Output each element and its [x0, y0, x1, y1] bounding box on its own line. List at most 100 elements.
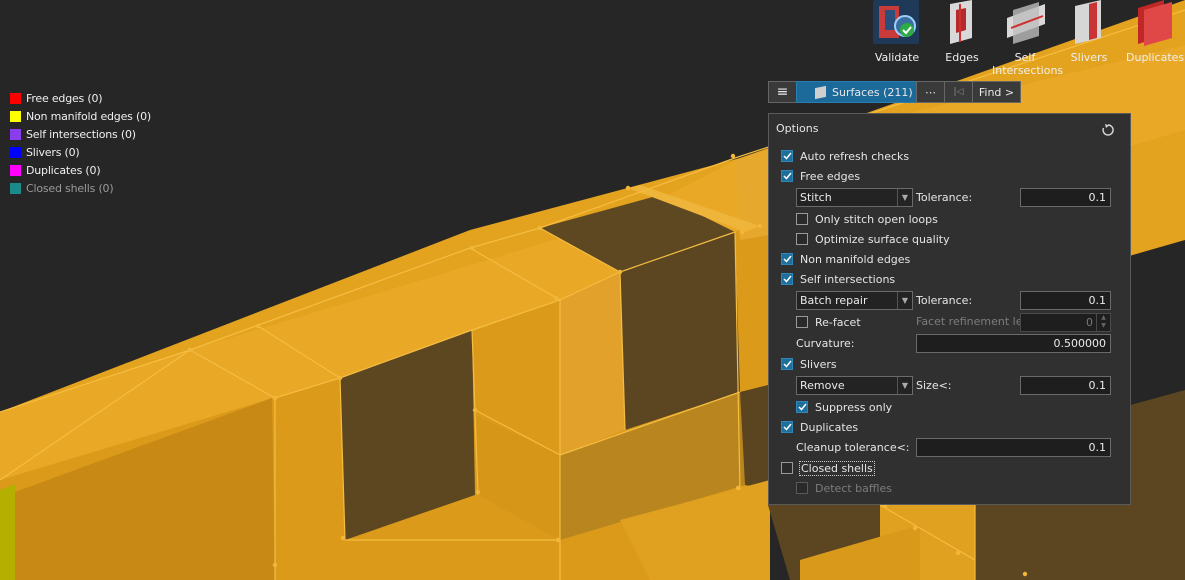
cleanup-label: Cleanup tolerance<:: [796, 441, 910, 454]
select-value: Stitch: [800, 191, 832, 204]
legend-label: Free edges (0): [26, 91, 103, 105]
find-button[interactable]: Find >: [972, 81, 1021, 103]
input-value: 0.1: [1088, 379, 1107, 392]
slivers-checkbox[interactable]: Slivers: [781, 356, 837, 372]
slivers-label: Slivers: [1070, 51, 1108, 64]
legend-label: Self intersections (0): [26, 127, 136, 141]
menu-button[interactable]: ≡: [768, 81, 797, 103]
non-manifold-swatch: [10, 110, 21, 122]
validate-label: Validate: [874, 51, 920, 64]
legend-self-intersections: Self intersections (0): [10, 125, 151, 143]
auto-refresh-checkbox[interactable]: Auto refresh checks: [781, 148, 909, 164]
only-stitch-label: Only stitch open loops: [815, 212, 938, 226]
self-intersections-button[interactable]: Self Intersections: [992, 0, 1063, 77]
free-edges-checkbox[interactable]: Free edges: [781, 168, 860, 184]
slivers-button[interactable]: Slivers: [1063, 0, 1115, 64]
legend-free-edges: Free edges (0): [10, 89, 151, 107]
legend-label: Closed shells (0): [26, 181, 114, 195]
edges-label: Edges: [945, 51, 979, 64]
only-stitch-checkbox[interactable]: Only stitch open loops: [796, 211, 938, 227]
legend-label: Duplicates (0): [26, 163, 101, 177]
chevron-down-icon: ▼: [897, 189, 912, 206]
spinner-icon[interactable]: ▲ ▼: [1096, 314, 1110, 331]
input-value: 0.500000: [1053, 337, 1107, 350]
duplicates-checkbox[interactable]: Duplicates: [781, 419, 858, 435]
legend-duplicates: Duplicates (0): [10, 161, 151, 179]
checkbox-icon: [796, 401, 808, 413]
suppress-only-checkbox[interactable]: Suppress only: [796, 399, 892, 415]
first-button[interactable]: |◁: [944, 81, 973, 103]
edges-button[interactable]: Edges: [935, 0, 989, 64]
slivers-size-input[interactable]: 0.1: [1020, 376, 1111, 395]
free-edges-label: Free edges: [800, 169, 861, 183]
legend-non-manifold-edges: Non manifold edges (0): [10, 107, 151, 125]
closed-shells-label: Closed shells: [799, 460, 875, 476]
free-edges-method-select[interactable]: Stitch ▼: [796, 188, 913, 207]
duplicates-swatch: [10, 164, 21, 176]
self-intersections-label-1: Self: [1014, 51, 1036, 64]
checkbox-icon: [781, 273, 793, 285]
closed-shells-checkbox[interactable]: Closed shells: [781, 460, 875, 476]
closed-shells-swatch: [10, 182, 21, 194]
checkbox-icon: [796, 482, 808, 494]
legend-label: Non manifold edges (0): [26, 109, 151, 123]
validate-icon: [871, 0, 923, 48]
legend-closed-shells: Closed shells (0): [10, 179, 151, 197]
chevron-down-icon: ▼: [897, 292, 912, 309]
surfaces-dropdown[interactable]: Surfaces (211): [796, 81, 917, 103]
checkbox-icon: [781, 358, 793, 370]
checkbox-icon: [796, 316, 808, 328]
self-intersections-label: Self intersections: [800, 272, 896, 286]
input-value: 0.1: [1088, 294, 1107, 307]
surfaces-toolbar: ≡ Surfaces (211) ⋯ |◁ Find >: [768, 81, 1021, 103]
checkbox-icon: [781, 421, 793, 433]
self-intersections-swatch: [10, 128, 21, 140]
non-manifold-checkbox[interactable]: Non manifold edges: [781, 251, 910, 267]
self-intersections-checkbox[interactable]: Self intersections: [781, 271, 895, 287]
surfaces-label: Surfaces (211): [832, 85, 913, 99]
first-icon: |◁: [953, 87, 964, 97]
self-tolerance-input[interactable]: 0.1: [1020, 291, 1111, 310]
select-value: Remove: [800, 379, 845, 392]
duplicates-button[interactable]: Duplicates: [1126, 0, 1185, 64]
duplicates-label: Duplicates: [800, 420, 859, 434]
curvature-input[interactable]: 0.500000: [916, 334, 1111, 353]
slivers-swatch: [10, 146, 21, 158]
detect-baffles-checkbox[interactable]: Detect baffles: [796, 480, 892, 496]
checkbox-icon: [781, 462, 793, 474]
edges-icon: [936, 0, 988, 48]
reset-icon[interactable]: [1101, 123, 1115, 137]
options-title: Options: [776, 122, 819, 135]
self-tolerance-label: Tolerance:: [916, 294, 973, 307]
more-button[interactable]: ⋯: [916, 81, 945, 103]
non-manifold-label: Non manifold edges: [800, 252, 911, 266]
results-legend: Free edges (0) Non manifold edges (0) Se…: [10, 89, 151, 197]
slivers-method-select[interactable]: Remove ▼: [796, 376, 913, 395]
checkbox-icon: [781, 170, 793, 182]
legend-label: Slivers (0): [26, 145, 80, 159]
duplicates-label: Duplicates: [1126, 51, 1185, 64]
more-icon: ⋯: [925, 85, 936, 99]
validate-button[interactable]: Validate: [869, 0, 925, 64]
input-value: 0: [1086, 316, 1093, 329]
checkbox-icon: [796, 233, 808, 245]
legend-slivers: Slivers (0): [10, 143, 151, 161]
input-value: 0.1: [1088, 191, 1107, 204]
self-intersections-icon: [999, 0, 1051, 48]
refacet-label: Re-facet: [815, 315, 861, 329]
detect-baffles-label: Detect baffles: [815, 481, 893, 495]
surface-icon: [815, 85, 826, 99]
self-intersections-method-select[interactable]: Batch repair ▼: [796, 291, 913, 310]
free-edges-tolerance-input[interactable]: 0.1: [1020, 188, 1111, 207]
input-value: 0.1: [1088, 441, 1107, 454]
refacet-checkbox[interactable]: Re-facet: [796, 314, 861, 330]
self-intersections-label-2: Intersections: [992, 64, 1064, 77]
checkbox-icon: [781, 150, 793, 162]
free-edges-tolerance-label: Tolerance:: [916, 191, 973, 204]
facet-level-input[interactable]: 0 ▲ ▼: [1020, 313, 1111, 332]
optimize-checkbox[interactable]: Optimize surface quality: [796, 231, 950, 247]
slivers-icon: [1063, 0, 1115, 48]
cleanup-input[interactable]: 0.1: [916, 438, 1111, 457]
checkbox-icon: [781, 253, 793, 265]
free-edges-swatch: [10, 92, 21, 104]
